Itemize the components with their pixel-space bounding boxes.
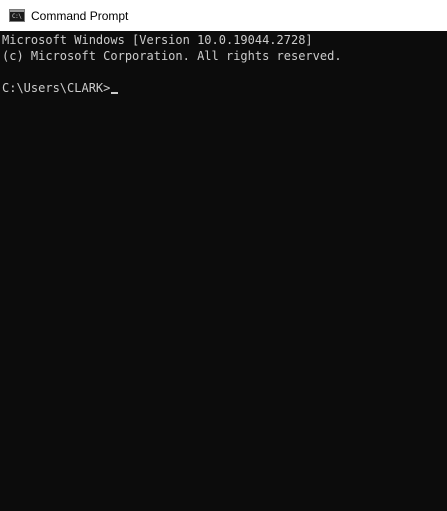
console-line-copyright: (c) Microsoft Corporation. All rights re…: [2, 49, 342, 63]
window-title: Command Prompt: [31, 8, 129, 23]
title-bar[interactable]: C:\ Command Prompt: [0, 0, 447, 31]
cmd-icon-bar: [10, 10, 24, 12]
prompt-text: C:\Users\CLARK>: [2, 81, 111, 95]
command-prompt-window: C:\ Command Prompt Microsoft Windows [Ve…: [0, 0, 447, 511]
cmd-icon-glyph: C:\: [12, 13, 22, 20]
console-area[interactable]: Microsoft Windows [Version 10.0.19044.27…: [0, 31, 447, 511]
console-line-version: Microsoft Windows [Version 10.0.19044.27…: [2, 33, 313, 47]
text-cursor: [111, 92, 119, 94]
cmd-icon: C:\: [9, 9, 25, 22]
command-line[interactable]: C:\Users\CLARK>: [2, 80, 119, 96]
